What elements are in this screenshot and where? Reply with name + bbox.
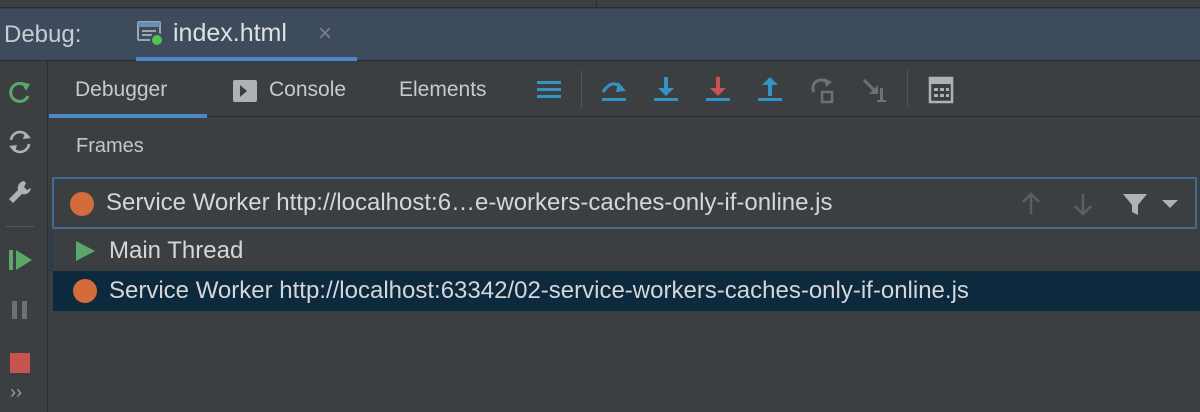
chevron-down-icon[interactable] — [1156, 189, 1186, 219]
top-strip-separator — [596, 0, 597, 8]
force-step-into-icon[interactable] — [702, 74, 734, 106]
thread-selector[interactable]: Service Worker http://localhost:6…e-work… — [52, 177, 1197, 229]
frames-list: Main Thread Service Worker http://localh… — [49, 231, 1200, 412]
debug-label: Debug: — [4, 21, 82, 48]
service-worker-dot-icon — [70, 192, 94, 216]
top-strip — [0, 0, 1200, 8]
step-out-icon[interactable] — [754, 74, 786, 106]
run-tab-index-html[interactable]: index.html × — [136, 9, 357, 61]
tab-elements[interactable]: Elements — [389, 62, 509, 117]
layout-menu-icon[interactable] — [533, 74, 565, 106]
resume-icon[interactable] — [4, 244, 36, 276]
thread-selector-value: Service Worker http://localhost:6…e-work… — [106, 189, 833, 216]
step-into-icon[interactable] — [650, 74, 682, 106]
tab-console-label: Console — [269, 78, 347, 101]
list-item-label: Main Thread — [109, 237, 244, 264]
toolbar-separator — [907, 70, 908, 108]
service-worker-dot-icon — [73, 279, 97, 303]
list-item-label: Service Worker http://localhost:63342/02… — [109, 277, 969, 304]
run-tab-title: index.html — [173, 19, 287, 47]
drop-frame-icon[interactable] — [858, 74, 890, 106]
rail-divider — [6, 226, 34, 227]
tab-console[interactable]: Console — [225, 62, 371, 117]
frames-panel-header: Frames — [49, 118, 1200, 174]
run-to-cursor-icon[interactable] — [806, 74, 838, 106]
list-item[interactable]: Main Thread — [53, 231, 1200, 271]
filter-icon[interactable] — [1120, 189, 1150, 219]
pause-icon[interactable] — [4, 294, 36, 326]
debugger-toolbar: Debugger Console Elements — [49, 62, 1200, 118]
html-debug-icon — [137, 21, 164, 47]
play-icon — [76, 241, 95, 261]
frames-title: Frames — [76, 135, 144, 157]
close-icon[interactable]: × — [318, 20, 332, 48]
evaluate-expression-icon[interactable] — [925, 74, 957, 106]
console-icon — [233, 80, 257, 102]
tab-elements-label: Elements — [399, 78, 487, 101]
tab-debugger[interactable]: Debugger — [49, 62, 207, 118]
stop-icon[interactable] — [4, 346, 36, 378]
rerun-icon[interactable] — [4, 76, 36, 108]
list-item[interactable]: Service Worker http://localhost:63342/02… — [53, 271, 1200, 311]
toolbar-separator — [581, 70, 582, 108]
debug-tool-window-header: Debug: index.html × — [0, 9, 1200, 61]
arrow-down-icon[interactable] — [1068, 189, 1098, 219]
step-over-icon[interactable] — [598, 74, 630, 106]
debug-left-toolbar: ›› — [0, 62, 48, 412]
more-actions-icon[interactable]: ›› — [10, 382, 22, 403]
run-tab-underline — [136, 57, 357, 61]
wrench-icon[interactable] — [4, 176, 36, 208]
tab-debugger-label: Debugger — [75, 78, 168, 101]
refresh-icon[interactable] — [4, 126, 36, 158]
arrow-up-icon[interactable] — [1016, 189, 1046, 219]
